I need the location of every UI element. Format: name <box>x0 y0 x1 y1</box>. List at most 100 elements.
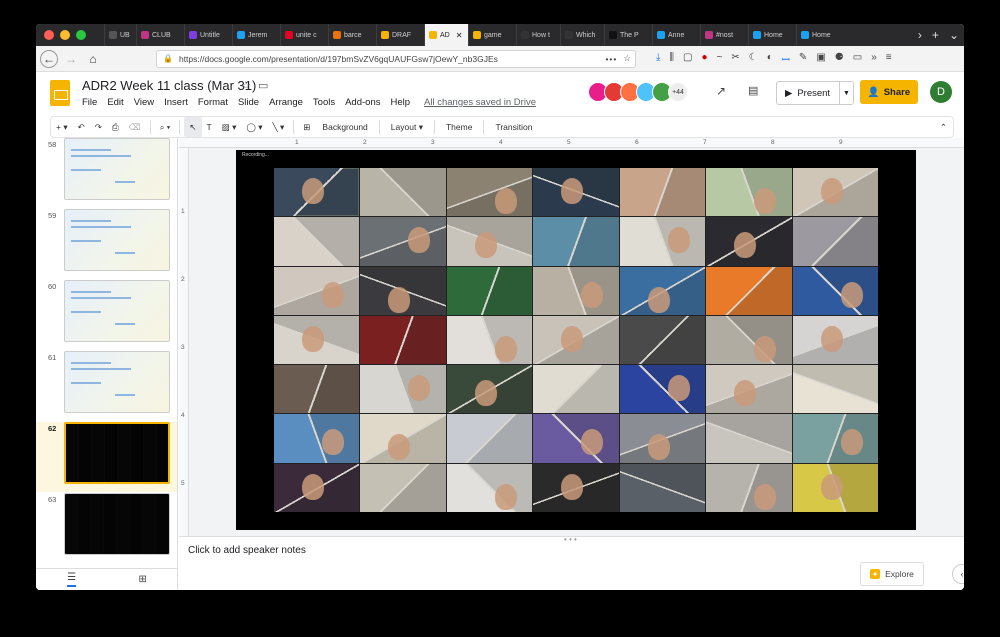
close-window-button[interactable] <box>44 30 54 40</box>
extension-icon[interactable]: ▣ <box>816 52 825 66</box>
browser-tab[interactable]: Untitle <box>184 24 232 46</box>
hamburger-menu-icon[interactable]: ≡ <box>886 52 892 66</box>
slide-thumbnail-61[interactable]: 61 <box>36 351 177 421</box>
browser-tab[interactable]: Anne <box>652 24 700 46</box>
browser-tab[interactable]: Jerem <box>232 24 280 46</box>
browser-tab[interactable]: game <box>468 24 516 46</box>
line-icon[interactable]: ╲ ▾ <box>268 117 290 137</box>
extension-icon[interactable]: ~ <box>717 52 723 66</box>
menu-arrange[interactable]: Arrange <box>269 97 303 108</box>
menu-addons[interactable]: Add-ons <box>345 97 380 108</box>
image-icon[interactable]: ▨ ▾ <box>217 117 242 137</box>
extension-icon[interactable]: ⚈ <box>835 52 844 66</box>
slide-thumbnail-62[interactable]: 62 <box>36 422 177 492</box>
slides-logo[interactable] <box>50 80 70 106</box>
comment-add-icon[interactable]: ⊞ <box>298 117 315 137</box>
grid-view-icon[interactable]: ⊞ <box>138 574 146 585</box>
reader-icon[interactable]: ▢ <box>683 52 692 66</box>
chevron-down-icon[interactable]: ⌄ <box>944 28 964 42</box>
extension-icon[interactable]: ☾ <box>749 52 758 66</box>
ruler-tick-label: 3 <box>181 344 185 351</box>
transition-button[interactable]: Transition <box>488 122 539 132</box>
activity-trend-icon[interactable]: ↗ <box>716 84 726 98</box>
browser-tab[interactable]: Which <box>560 24 604 46</box>
forward-button[interactable]: → <box>62 50 80 68</box>
extension-icon[interactable]: ✂ <box>731 52 739 66</box>
browser-tab[interactable]: Home <box>796 24 844 46</box>
browser-tab[interactable]: How t <box>516 24 560 46</box>
current-slide[interactable]: Recording... <box>236 150 916 530</box>
home-button[interactable]: ⌂ <box>84 50 102 68</box>
menu-tools[interactable]: Tools <box>313 97 335 108</box>
library-icon[interactable]: ⫼ <box>669 52 674 66</box>
browser-tab[interactable]: DRAF <box>376 24 424 46</box>
browser-tab[interactable]: AD ✕ <box>424 24 468 46</box>
chevron-right-icon[interactable]: › <box>913 28 927 42</box>
extension-icon[interactable]: ● <box>701 52 707 66</box>
browser-tab[interactable]: UB <box>104 24 136 46</box>
print-icon[interactable]: ⎙ <box>107 117 124 137</box>
menu-edit[interactable]: Edit <box>107 97 123 108</box>
extension-icon[interactable]: ✎ <box>799 52 807 66</box>
shape-icon[interactable]: ◯ ▾ <box>241 117 267 137</box>
extension-icon[interactable]: ◐ <box>767 52 773 66</box>
speaker-notes-placeholder[interactable]: Click to add speaker notes <box>188 545 306 556</box>
select-tool-icon[interactable]: ↖ <box>184 117 202 137</box>
explore-button[interactable]: ✦ Explore <box>860 562 924 586</box>
zoom-icon[interactable]: ⌕ ▾ <box>155 117 176 137</box>
browser-tab[interactable]: The P <box>604 24 652 46</box>
overflow-icon[interactable]: » <box>871 52 877 66</box>
menu-slide[interactable]: Slide <box>238 97 259 108</box>
theme-button[interactable]: Theme <box>439 122 479 132</box>
collapse-toolbar-icon[interactable]: ⌃ <box>940 122 953 133</box>
browser-tab[interactable]: CLUB <box>136 24 184 46</box>
slide-thumbnail-60[interactable]: 60 <box>36 280 177 350</box>
zoom-window-button[interactable] <box>76 30 86 40</box>
folder-icon[interactable]: ▭ <box>258 79 268 92</box>
speaker-notes[interactable]: • • • Click to add speaker notes ✦ Explo… <box>179 535 964 590</box>
collaborator-avatars[interactable]: +44 <box>588 82 688 102</box>
new-slide-button[interactable]: + ▾ <box>51 117 73 137</box>
page-actions-icon[interactable]: ••• <box>599 54 623 64</box>
slide-thumbnail-59[interactable]: 59 <box>36 209 177 279</box>
extension-icon[interactable]: ▭ <box>853 52 862 66</box>
comment-icon[interactable]: ▤ <box>748 84 758 97</box>
minimize-window-button[interactable] <box>60 30 70 40</box>
browser-tab[interactable]: barce <box>328 24 376 46</box>
undo-icon[interactable]: ↶ <box>73 117 90 137</box>
menu-view[interactable]: View <box>134 97 154 108</box>
present-dropdown-icon[interactable]: ▼ <box>839 82 853 104</box>
slide-thumbnail-58[interactable]: 58 <box>36 138 177 208</box>
url-bar[interactable]: 🔒 https://docs.google.com/presentation/d… <box>156 49 636 68</box>
browser-tab[interactable]: #nost <box>700 24 748 46</box>
save-status[interactable]: All changes saved in Drive <box>424 97 536 108</box>
browser-tab[interactable]: Home <box>748 24 796 46</box>
bookmark-star-icon[interactable]: ☆ <box>623 53 635 64</box>
extension-icon[interactable]: ꟷ <box>782 52 790 66</box>
list-view-icon[interactable]: ☰ <box>67 572 77 587</box>
back-button[interactable]: ← <box>40 49 58 68</box>
browser-tab[interactable]: unite c <box>280 24 328 46</box>
menu-insert[interactable]: Insert <box>164 97 188 108</box>
menu-format[interactable]: Format <box>198 97 228 108</box>
share-button[interactable]: 👤 Share <box>860 80 918 104</box>
doc-title[interactable]: ADR2 Week 11 class (Mar 31) <box>82 78 256 93</box>
video-feed <box>619 168 706 217</box>
close-tab-icon[interactable]: ✕ <box>456 31 463 40</box>
text-box-icon[interactable]: T <box>202 117 217 137</box>
paint-format-icon[interactable]: ⌫ <box>124 117 146 137</box>
redo-icon[interactable]: ↷ <box>90 117 107 137</box>
present-button[interactable]: ▶ Present ▼ <box>776 81 854 105</box>
slide-thumbnail-63[interactable]: 63 <box>36 493 177 563</box>
user-avatar[interactable]: D <box>930 81 952 103</box>
new-tab-button[interactable]: + <box>927 28 944 42</box>
drag-handle[interactable]: • • • <box>564 535 577 544</box>
collaborator-count[interactable]: +44 <box>668 82 688 102</box>
download-icon[interactable]: ⤓ <box>656 52 660 66</box>
star-icon[interactable]: ☆ <box>241 79 251 92</box>
menu-file[interactable]: File <box>82 97 97 108</box>
background-button[interactable]: Background <box>315 122 374 132</box>
menu-help[interactable]: Help <box>390 97 410 108</box>
side-panel-toggle-icon[interactable]: ‹ <box>952 564 964 584</box>
layout-button[interactable]: Layout ▾ <box>384 122 430 133</box>
